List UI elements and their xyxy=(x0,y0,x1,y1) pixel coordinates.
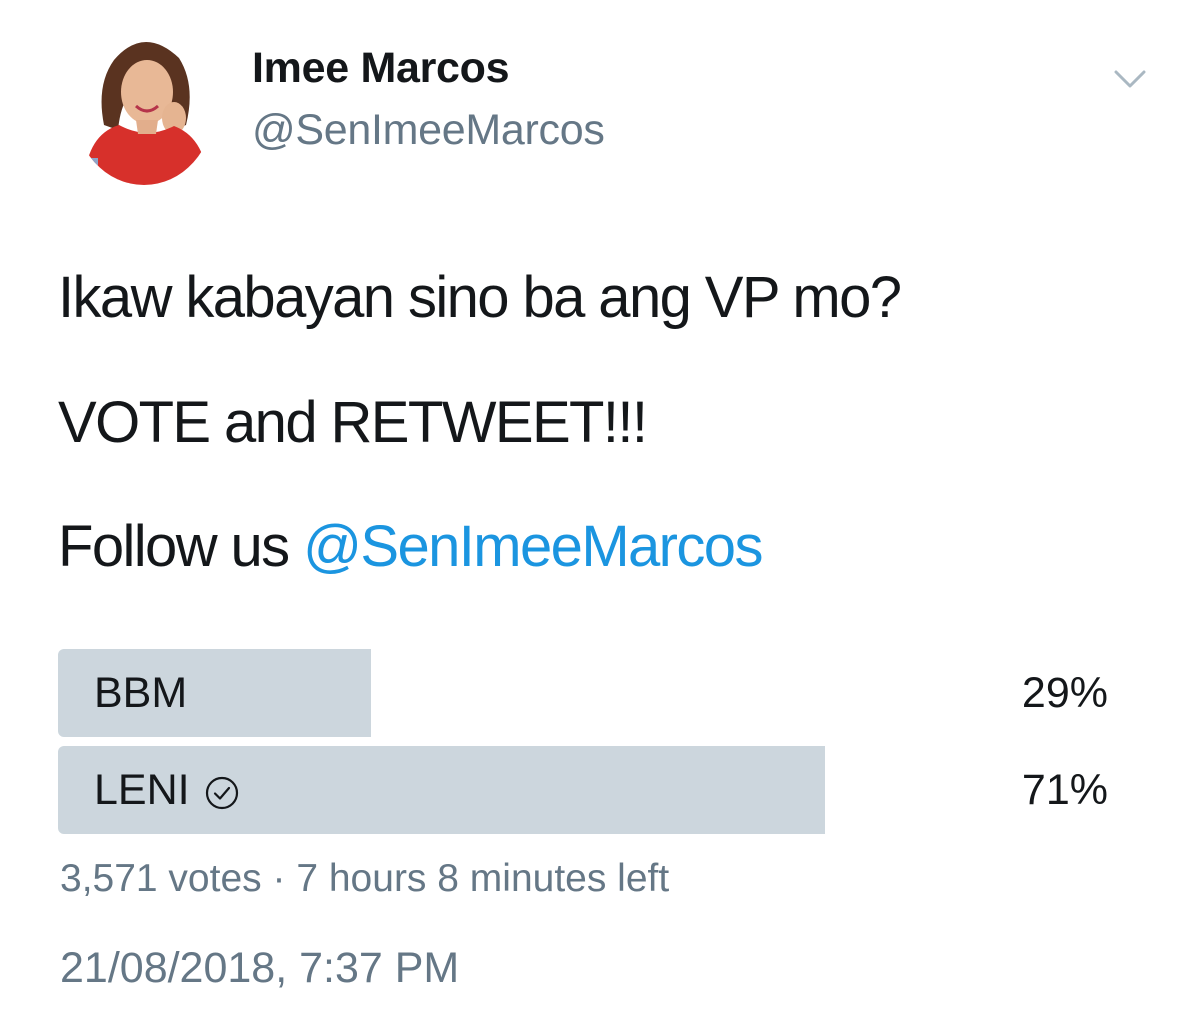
mention-link[interactable]: @SenImeeMarcos xyxy=(303,514,763,579)
tweet-text-line-1: Ikaw kabayan sino ba ang VP mo? xyxy=(58,265,902,330)
poll-vote-count: 3,571 votes xyxy=(60,857,262,900)
tweet-text-line-2: VOTE and RETWEET!!! xyxy=(58,390,648,455)
separator-dot: · xyxy=(272,857,286,900)
check-circle-icon xyxy=(204,773,240,809)
poll-time-left: 7 hours 8 minutes left xyxy=(296,857,670,900)
poll-option-bbm[interactable]: BBM 29% xyxy=(58,649,1118,737)
tweet-text-follow: Follow us xyxy=(58,514,304,579)
poll-option-percent: 71% xyxy=(1021,766,1108,814)
poll-option-percent: 29% xyxy=(1021,669,1108,717)
poll-option-text: LENI xyxy=(94,766,190,814)
author-handle[interactable]: @SenImeeMarcos xyxy=(252,106,605,155)
profile-photo-icon xyxy=(74,30,214,185)
tweet-card: Imee Marcos @SenImeeMarcos Ikaw kabayan … xyxy=(0,0,1200,1026)
chevron-down-icon[interactable] xyxy=(1108,58,1152,98)
poll-meta: 3,571 votes · 7 hours 8 minutes left xyxy=(60,857,669,901)
poll-option-label: BBM xyxy=(94,669,187,718)
tweet-text-line-3: Follow us @SenImeeMarcos xyxy=(58,513,763,580)
poll-option-label: LENI xyxy=(94,766,240,815)
poll-option-text: BBM xyxy=(94,669,188,717)
poll-option-leni[interactable]: LENI 71% xyxy=(58,746,1118,834)
tweet-timestamp[interactable]: 21/08/2018, 7:37 PM xyxy=(60,944,459,993)
avatar[interactable] xyxy=(74,30,214,185)
author-name[interactable]: Imee Marcos xyxy=(252,44,510,93)
